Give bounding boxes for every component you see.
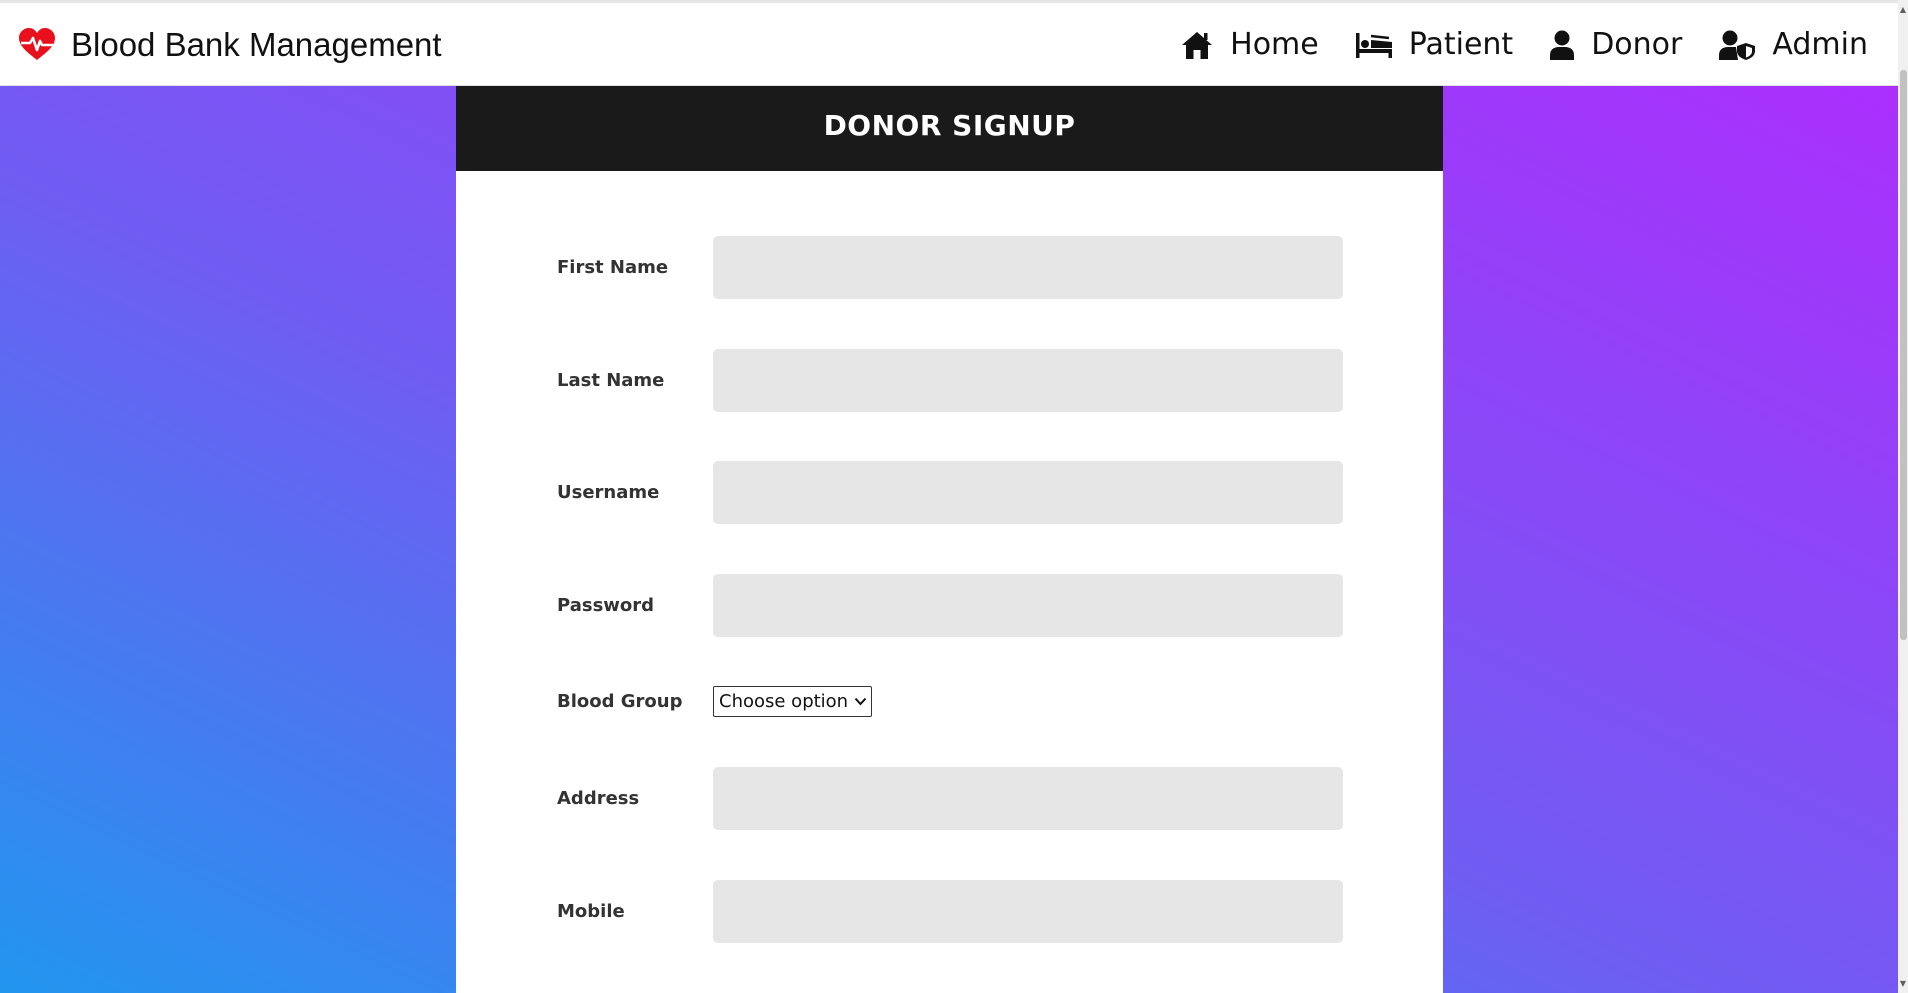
blood-group-row: Blood Group Choose option bbox=[456, 686, 1443, 717]
password-label: Password bbox=[557, 595, 655, 616]
last-name-input[interactable] bbox=[713, 349, 1343, 412]
brand-title: Blood Bank Management bbox=[71, 25, 442, 63]
address-input[interactable] bbox=[713, 767, 1343, 830]
mobile-row: Mobile bbox=[456, 880, 1443, 943]
first-name-label: First Name bbox=[557, 257, 669, 278]
first-name-row: First Name bbox=[456, 236, 1443, 299]
nav-menu: Home Patient Donor Admin bbox=[1144, 3, 1868, 86]
user-icon bbox=[1550, 30, 1575, 60]
last-name-row: Last Name bbox=[456, 349, 1443, 412]
scroll-down-arrow-icon[interactable]: ▼ bbox=[1898, 978, 1908, 990]
user-shield-icon bbox=[1719, 30, 1756, 60]
first-name-input[interactable] bbox=[713, 236, 1343, 299]
blood-group-select[interactable]: Choose option bbox=[713, 686, 872, 717]
mobile-input[interactable] bbox=[713, 880, 1343, 943]
nav-patient[interactable]: Patient bbox=[1355, 27, 1513, 62]
navbar: Blood Bank Management Home Patient Donor… bbox=[0, 3, 1898, 86]
username-input[interactable] bbox=[713, 461, 1343, 524]
page-title: DONOR SIGNUP bbox=[823, 109, 1076, 142]
last-name-label: Last Name bbox=[557, 370, 665, 391]
blood-group-selected: Choose option bbox=[719, 691, 849, 712]
blood-group-label: Blood Group bbox=[557, 690, 683, 712]
password-row: Password bbox=[456, 574, 1443, 637]
nav-patient-label: Patient bbox=[1408, 27, 1514, 62]
scrollbar-thumb[interactable] bbox=[1900, 70, 1907, 640]
scroll-up-arrow-icon[interactable]: ▲ bbox=[1898, 4, 1908, 16]
brand[interactable]: Blood Bank Management bbox=[18, 3, 442, 86]
nav-donor-label: Donor bbox=[1591, 27, 1683, 62]
nav-admin-label: Admin bbox=[1772, 27, 1868, 62]
heartbeat-icon bbox=[19, 27, 55, 60]
card-header: DONOR SIGNUP bbox=[456, 86, 1443, 171]
password-input[interactable] bbox=[713, 574, 1343, 637]
nav-donor[interactable]: Donor bbox=[1549, 27, 1682, 62]
chevron-down-icon bbox=[854, 697, 867, 706]
username-row: Username bbox=[456, 461, 1443, 524]
bed-icon bbox=[1355, 32, 1392, 58]
signup-card: DONOR SIGNUP First Name Last Name Userna… bbox=[456, 86, 1443, 993]
nav-admin[interactable]: Admin bbox=[1718, 27, 1868, 62]
nav-home[interactable]: Home bbox=[1180, 27, 1319, 62]
address-row: Address bbox=[456, 767, 1443, 830]
username-label: Username bbox=[557, 482, 660, 503]
home-icon bbox=[1182, 31, 1213, 59]
mobile-label: Mobile bbox=[557, 901, 625, 922]
address-label: Address bbox=[557, 788, 640, 809]
nav-home-label: Home bbox=[1230, 27, 1319, 62]
